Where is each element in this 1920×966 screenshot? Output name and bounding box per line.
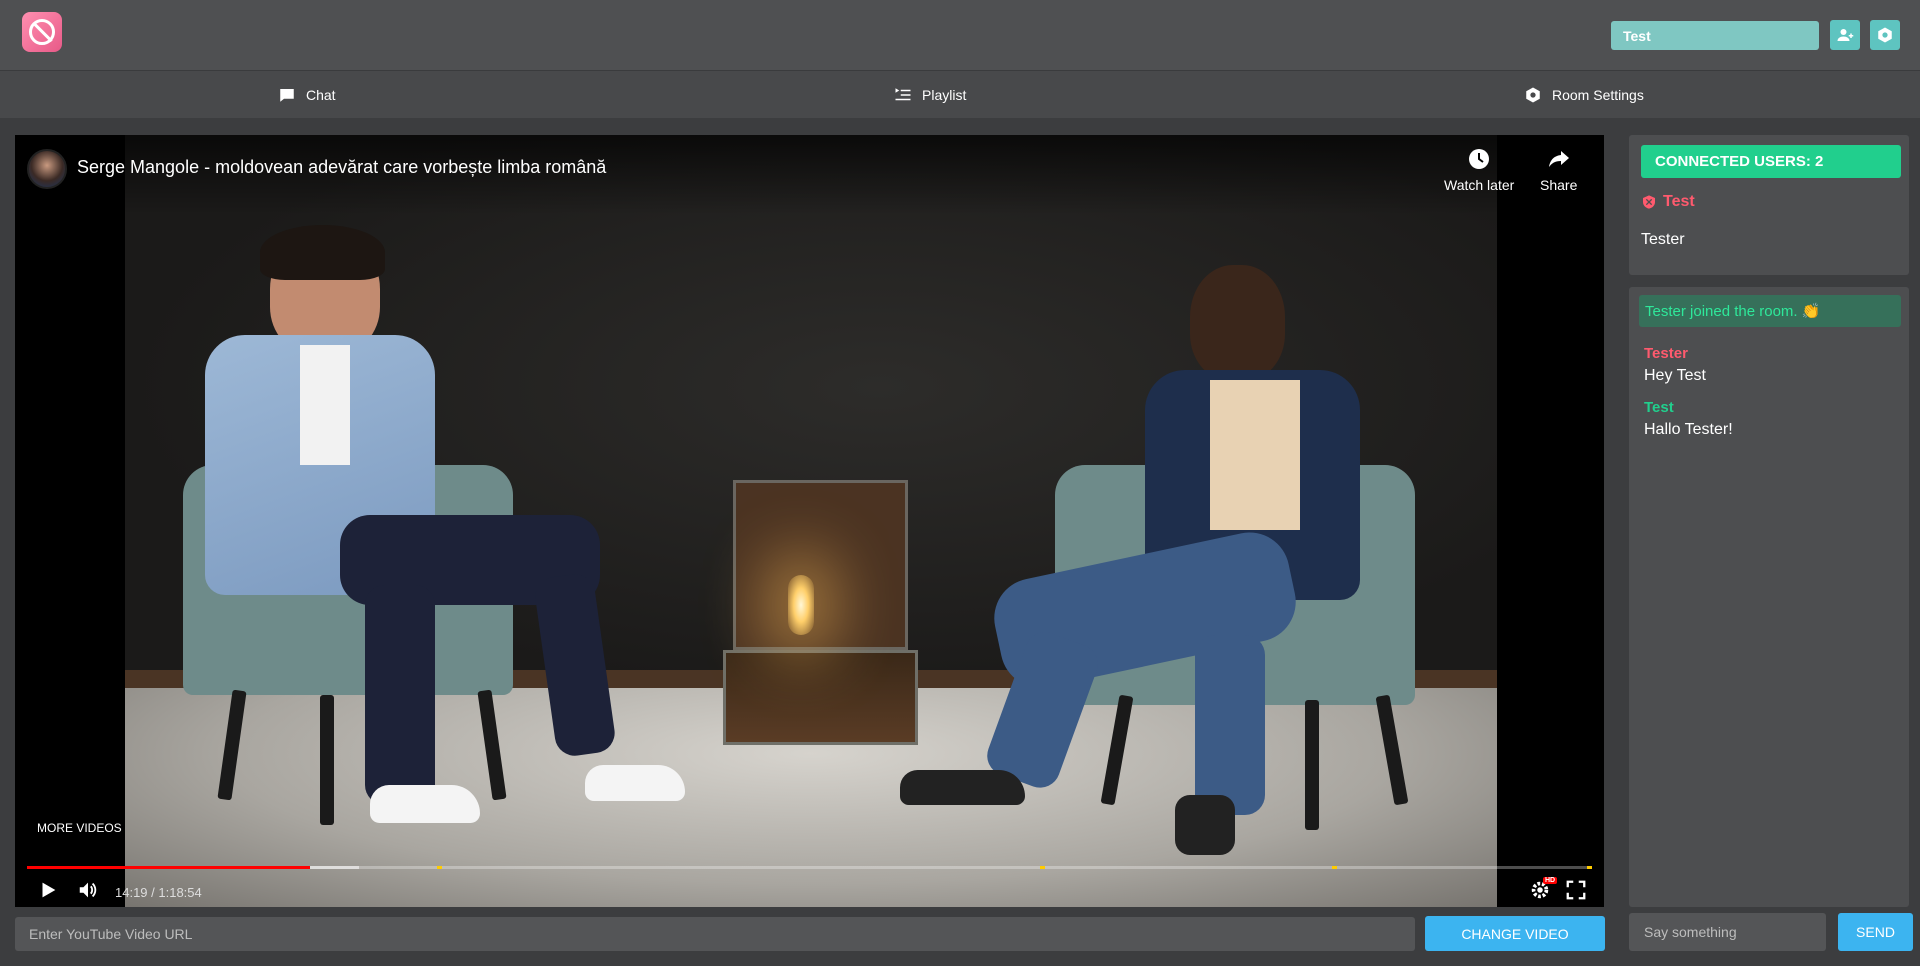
tab-chat[interactable]: Chat bbox=[278, 71, 336, 119]
chapter-marker bbox=[1040, 866, 1045, 869]
player-controls: 14:19 / 1:18:54 HD bbox=[15, 873, 1604, 907]
system-message: Tester joined the room. 👏 bbox=[1639, 295, 1901, 327]
time-display: 14:19 / 1:18:54 bbox=[115, 885, 202, 900]
volume-button[interactable] bbox=[77, 879, 99, 901]
video-title[interactable]: Serge Mangole - moldovean adevărat care … bbox=[77, 157, 606, 178]
tab-playlist[interactable]: Playlist bbox=[894, 71, 966, 119]
chat-message-input[interactable] bbox=[1629, 913, 1826, 951]
user-item: Tester bbox=[1641, 231, 1685, 248]
chapter-marker bbox=[1332, 866, 1337, 869]
settings-hexagon-icon bbox=[1526, 87, 1540, 103]
share-button[interactable]: Share bbox=[1540, 147, 1577, 193]
add-user-icon bbox=[1837, 29, 1854, 41]
watch-later-label: Watch later bbox=[1444, 177, 1515, 193]
main-nav: Chat Playlist Room Settings bbox=[0, 70, 1920, 118]
fullscreen-button[interactable] bbox=[1565, 879, 1587, 901]
progress-played bbox=[27, 866, 311, 869]
play-button[interactable] bbox=[37, 879, 59, 901]
playlist-icon bbox=[895, 88, 911, 101]
tab-playlist-label: Playlist bbox=[922, 87, 967, 103]
user-name: Test bbox=[1663, 193, 1695, 210]
top-header bbox=[0, 0, 1920, 70]
settings-hexagon-icon bbox=[1878, 27, 1892, 43]
video-player[interactable]: Serge Mangole - moldovean adevărat care … bbox=[15, 135, 1604, 907]
share-icon bbox=[1548, 151, 1569, 167]
send-button[interactable]: SEND bbox=[1838, 913, 1913, 951]
chapter-marker bbox=[437, 866, 442, 869]
chat-icon bbox=[280, 89, 294, 102]
channel-avatar[interactable] bbox=[27, 149, 67, 189]
watch-later-button[interactable]: Watch later bbox=[1444, 147, 1514, 193]
message-author: Tester bbox=[1644, 345, 1688, 362]
change-video-button[interactable]: CHANGE VIDEO bbox=[1425, 916, 1605, 951]
youtube-url-input[interactable] bbox=[15, 917, 1415, 951]
message-text: Hallo Tester! bbox=[1644, 421, 1733, 438]
chat-panel: Tester joined the room. 👏 Tester Hey Tes… bbox=[1629, 287, 1909, 907]
username-input[interactable] bbox=[1611, 21, 1819, 50]
chapter-marker bbox=[1587, 866, 1592, 869]
settings-button[interactable] bbox=[1870, 20, 1900, 50]
progress-bar[interactable] bbox=[27, 866, 1592, 869]
clock-icon bbox=[1469, 149, 1490, 169]
video-frame bbox=[125, 135, 1497, 907]
shield-icon bbox=[1643, 195, 1655, 209]
message-author: Test bbox=[1644, 399, 1674, 416]
fullscreen-icon bbox=[1566, 880, 1586, 900]
message-text: Hey Test bbox=[1644, 367, 1706, 384]
connected-users-panel: CONNECTED USERS: 2 Test Tester bbox=[1629, 135, 1909, 275]
share-label: Share bbox=[1540, 177, 1578, 193]
volume-icon bbox=[79, 882, 97, 898]
logo-icon[interactable] bbox=[22, 12, 62, 52]
tab-chat-label: Chat bbox=[306, 87, 336, 103]
add-user-button[interactable] bbox=[1830, 20, 1860, 50]
tab-room-settings-label: Room Settings bbox=[1552, 87, 1644, 103]
connected-users-badge: CONNECTED USERS: 2 bbox=[1641, 145, 1901, 178]
settings-gear-button[interactable]: HD bbox=[1529, 877, 1558, 901]
more-videos-button[interactable]: MORE VIDEOS bbox=[37, 821, 122, 835]
user-item-admin: Test bbox=[1641, 193, 1695, 211]
play-icon bbox=[42, 882, 56, 898]
hd-badge: HD bbox=[1543, 877, 1558, 884]
tab-room-settings[interactable]: Room Settings bbox=[1524, 71, 1644, 119]
